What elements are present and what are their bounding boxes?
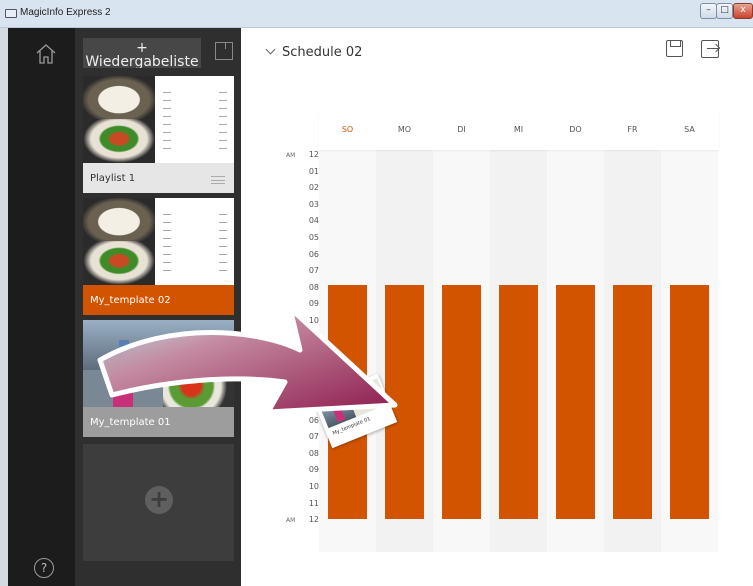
schedule-block[interactable] [670,285,709,519]
hour-label: 12 [308,150,319,159]
hour-label: 01 [308,166,319,176]
hour-label: 07 [308,266,319,276]
food-image [83,76,155,119]
template-thumbnail [83,320,234,407]
day-header: FR [627,125,638,134]
plus-icon[interactable]: + [145,486,173,514]
am-label: AM [286,152,296,159]
am-label: AM [286,517,296,525]
day-header: MO [397,125,412,134]
playlist-view-icon[interactable] [215,42,233,60]
card-label: My_template 01 [83,407,234,437]
hour-label: 11 [308,498,319,508]
food-image [83,119,155,163]
hour-label: 10 [308,482,319,491]
app-icon [5,9,17,18]
export-icon[interactable] [701,40,719,58]
help-icon[interactable]: ? [34,558,54,578]
home-icon[interactable] [34,42,58,66]
window-title: MagicInfo Express 2 [20,7,111,18]
hour-label: 03 [308,199,319,209]
minimize-button[interactable]: – [700,3,717,19]
schedule-area: Schedule 02 SO MO DI MI DO FR SA 12 01 02 03 04 05 0… [241,28,753,586]
maximize-button[interactable]: □ [716,3,733,19]
hour-label: 08 [308,448,319,458]
card-title: My_template 01 [90,417,171,428]
template-thumbnail [83,76,234,163]
playlist-card[interactable]: My_template 01 [83,320,234,437]
playlist-panel: + Wiedergabeliste erstellen Playlist 1 [75,28,241,586]
day-header: SO [341,125,354,134]
food-image [83,198,155,241]
hour-label: 12 [308,515,319,525]
card-label: My_template 02 [83,285,234,315]
hour-label: 04 [308,382,319,392]
hour-label: 10 [308,316,319,325]
street-image [83,320,234,370]
playlist-card[interactable]: My_template 02 [83,198,234,315]
card-label: Playlist 1 [83,163,234,193]
hour-label: 02 [308,183,319,193]
schedule-block[interactable] [385,285,424,519]
person-image [113,370,133,407]
add-playlist-card[interactable]: + [83,444,234,561]
salad-image [163,365,234,407]
hour-label: 08 [308,282,319,292]
schedule-block[interactable] [442,285,481,519]
day-header: SA [684,125,695,134]
hour-label: 05 [308,233,319,242]
playlist-card[interactable]: Playlist 1 [83,76,234,193]
schedule-name: Schedule 02 [282,45,363,60]
day-header: DO [569,125,582,134]
hour-label: 04 [308,216,319,226]
hour-label: 09 [308,465,319,475]
close-button[interactable]: x [733,3,753,19]
window-titlebar: MagicInfo Express 2 – □ x [0,0,753,28]
day-header: DI [457,125,466,134]
calendar-header: SO MO DI MI DO FR SA [319,110,719,150]
schedule-block[interactable] [556,285,595,519]
schedule-block[interactable] [613,285,652,519]
create-playlist-button[interactable]: + Wiedergabeliste erstellen [83,38,201,68]
hour-label: 07 [308,432,319,442]
hour-label: 06 [308,415,319,425]
card-title: Playlist 1 [90,173,136,184]
hour-label: 06 [308,249,319,259]
screen-image [119,340,129,347]
chevron-down-icon[interactable] [265,44,276,55]
hour-label: 09 [308,299,319,309]
template-thumbnail [83,198,234,285]
schedule-block[interactable] [499,285,538,519]
left-nav: ? [0,28,75,586]
hamburger-icon[interactable] [211,176,225,184]
card-title: My_template 02 [90,295,171,306]
day-header: MI [513,125,524,134]
save-icon[interactable] [666,40,683,57]
schedule-title[interactable]: Schedule 02 [265,44,363,60]
food-image [83,241,155,285]
menu-preview [157,202,231,282]
menu-preview [157,80,231,160]
